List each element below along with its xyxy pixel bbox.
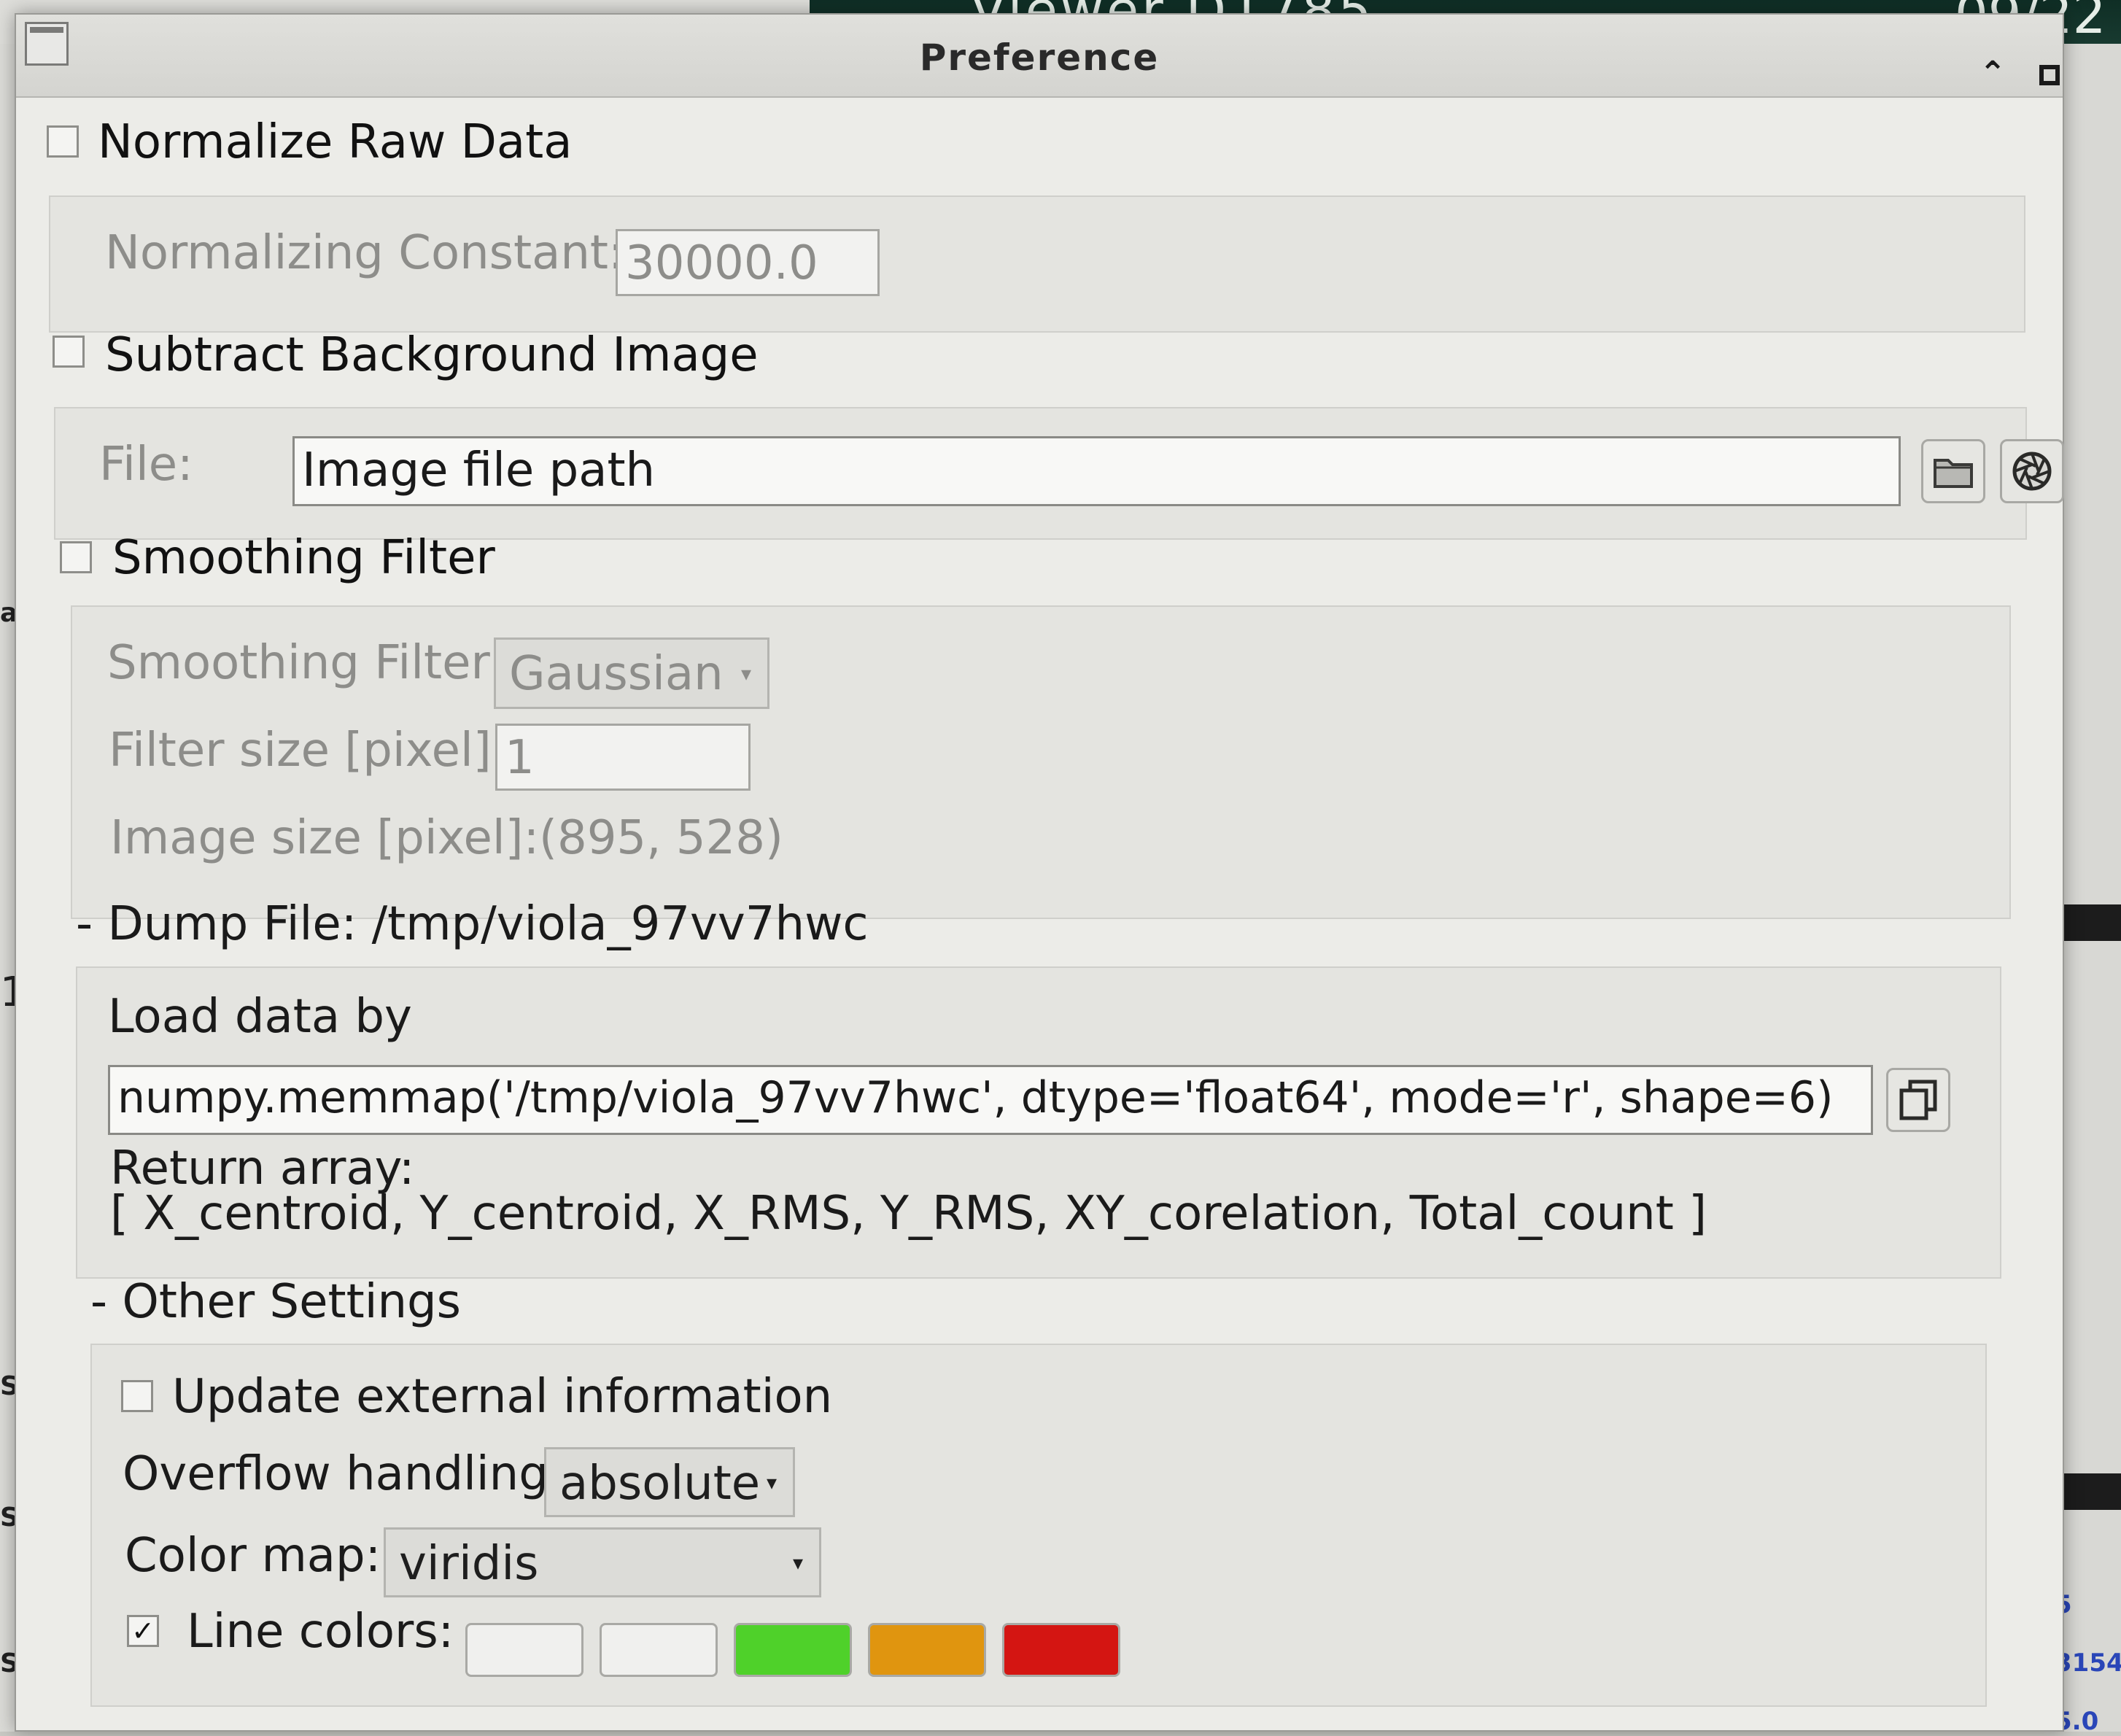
image-file-path-input[interactable]: Image file path — [292, 436, 1901, 506]
smoothing-filter-label: Smoothing Filter — [112, 531, 495, 585]
image-size-label: Image size [pixel]: — [110, 811, 540, 865]
smoothing-filter-type-label: Smoothing Filter: — [107, 636, 505, 690]
normalize-group: Normalizing Constant: 30000.0 — [49, 195, 2025, 333]
memmap-command-field[interactable]: numpy.memmap('/tmp/viola_97vv7hwc', dtyp… — [108, 1065, 1873, 1135]
file-label: File: — [99, 438, 193, 492]
update-external-info-checkbox[interactable] — [121, 1380, 153, 1412]
line-color-swatch-3[interactable] — [734, 1623, 852, 1677]
load-data-label: Load data by — [108, 990, 412, 1044]
background-value: 3154 — [2055, 1648, 2121, 1678]
filter-size-label: Filter size [pixel]: — [109, 724, 508, 778]
chevron-down-icon: ▾ — [766, 1470, 777, 1495]
color-map-value: viridis — [399, 1537, 539, 1591]
return-array-fields: [ X_centroid, Y_centroid, X_RMS, Y_RMS, … — [110, 1187, 1707, 1241]
chevron-down-icon: ▾ — [792, 1550, 803, 1575]
dialog-title: Preference — [919, 36, 1160, 79]
line-color-swatch-4[interactable] — [868, 1623, 986, 1677]
dump-file-header[interactable]: - Dump File: /tmp/viola_97vv7hwc — [76, 897, 869, 951]
line-color-swatch-1[interactable] — [465, 1623, 583, 1677]
normalizing-constant-label: Normalizing Constant: — [105, 226, 624, 280]
line-colors-checkbox[interactable]: ✓ — [127, 1615, 159, 1647]
color-map-select[interactable]: viridis ▾ — [384, 1527, 821, 1597]
overflow-handling-select[interactable]: absolute ▾ — [544, 1447, 795, 1517]
copy-command-button[interactable] — [1886, 1068, 1950, 1132]
dialog-titlebar[interactable]: Preference ⌃ — [16, 15, 2063, 98]
normalizing-constant-input[interactable]: 30000.0 — [616, 229, 880, 296]
line-color-swatch-5[interactable] — [1002, 1623, 1120, 1677]
copy-icon — [1899, 1080, 1937, 1120]
normalize-raw-data-label: Normalize Raw Data — [98, 115, 573, 169]
folder-icon — [1934, 459, 1973, 488]
smoothing-filter-select[interactable]: Gaussian ▾ — [494, 638, 769, 709]
color-map-label: Color map: — [125, 1529, 381, 1583]
maximize-icon — [2039, 65, 2060, 85]
subtract-background-checkbox[interactable] — [53, 336, 85, 368]
filter-size-input[interactable]: 1 — [495, 724, 751, 791]
collapse-window-button[interactable]: ⌃ — [1974, 55, 2011, 92]
smoothing-filter-value: Gaussian — [509, 647, 724, 701]
other-settings-header[interactable]: - Other Settings — [90, 1275, 461, 1329]
smoothing-group: Smoothing Filter: Gaussian ▾ Filter size… — [71, 605, 2011, 919]
normalize-raw-data-checkbox[interactable] — [47, 125, 79, 158]
clear-file-button[interactable] — [2000, 439, 2064, 503]
smoothing-filter-checkbox[interactable] — [60, 541, 92, 573]
subtract-background-label: Subtract Background Image — [105, 328, 759, 382]
preference-dialog: Preference ⌃ Normalize Raw Data Normaliz… — [15, 13, 2064, 1732]
chevron-down-icon: ▾ — [740, 661, 751, 686]
aperture-icon — [2012, 452, 2052, 491]
update-external-info-label: Update external information — [172, 1370, 833, 1424]
image-size-value: (895, 528) — [539, 811, 783, 865]
overflow-handling-value: absolute — [559, 1457, 761, 1511]
line-color-swatch-2[interactable] — [600, 1623, 718, 1677]
overflow-handling-label: Overflow handling: — [123, 1447, 565, 1501]
line-colors-label: Line colors: — [187, 1605, 454, 1659]
maximize-window-button[interactable] — [2031, 55, 2068, 92]
background-file-group: File: Image file path — [54, 407, 2064, 540]
browse-file-button[interactable] — [1921, 439, 1985, 503]
dump-file-group: Load data by numpy.memmap('/tmp/viola_97… — [76, 966, 2001, 1279]
